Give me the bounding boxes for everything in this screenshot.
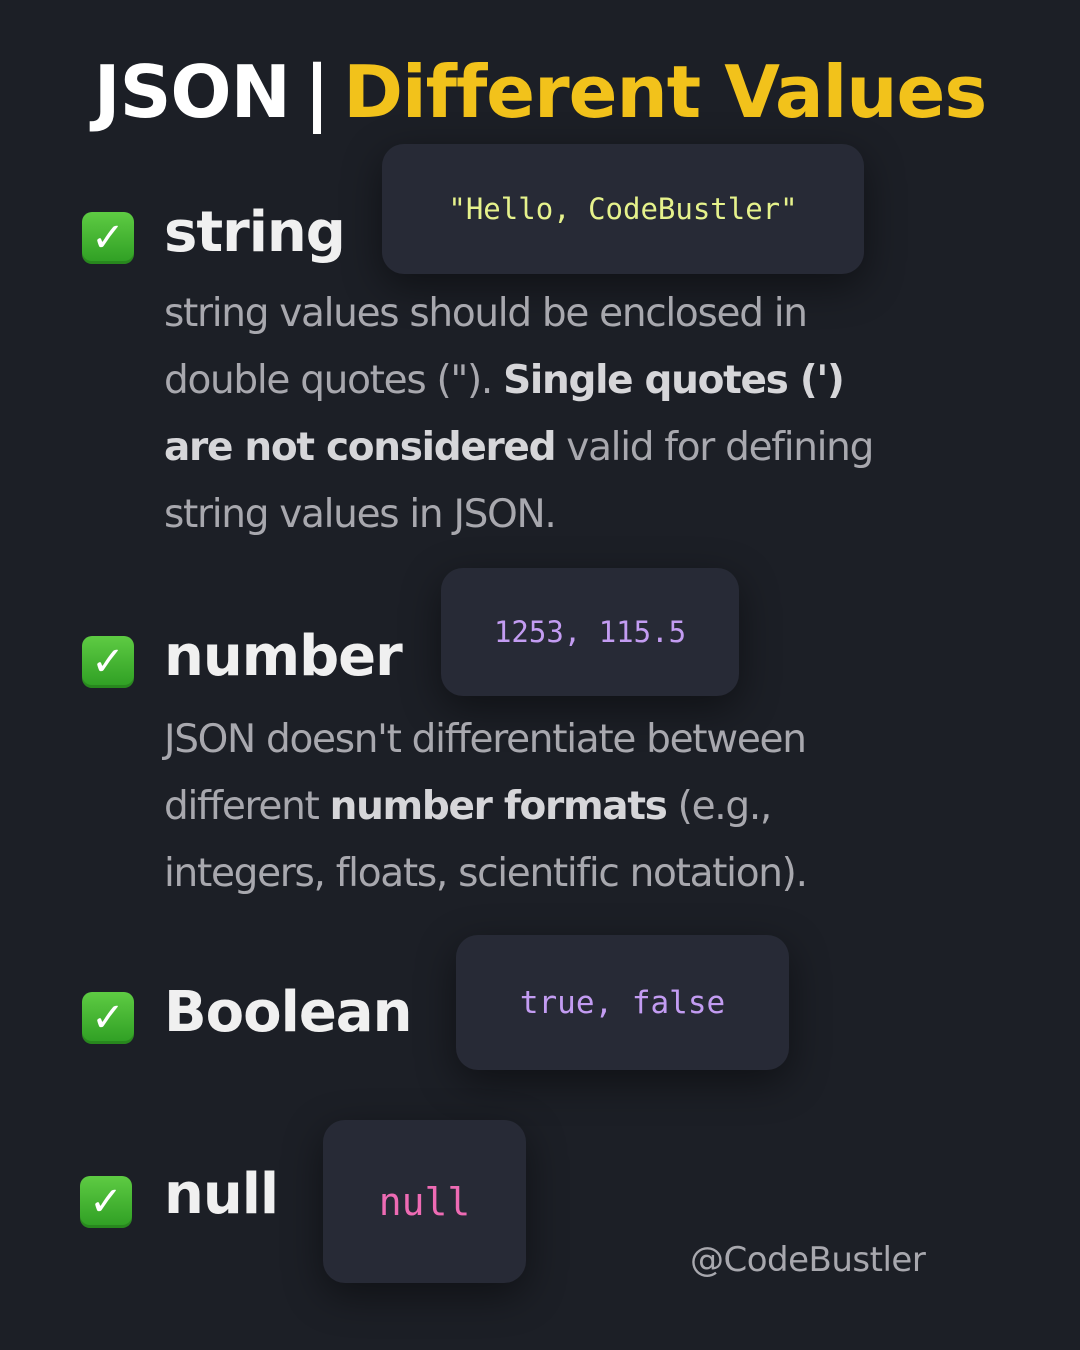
description-text: (e.g., [666,784,773,829]
description-text: JSON doesn't differentiate between [164,717,807,762]
description-line: are not considered valid for defining [164,414,874,481]
section-heading-boolean: Boolean [164,980,412,1045]
check-mark-icon: ✓ [82,992,134,1044]
description-text: double quotes ("). [164,358,504,403]
description-text: integers, floats, scientific notation). [164,851,808,896]
description-emphasis: number formats [329,784,668,829]
code-example-string: "Hello, CodeBustler" [382,144,864,274]
page-title: JSON | Different Values [0,50,1080,134]
section-description-number: JSON doesn't differentiate between differ… [164,706,808,907]
description-line: string values should be enclosed in [164,280,873,347]
section-description-string: string values should be enclosed in doubl… [164,280,874,548]
description-line: double quotes ("). Single quotes (') [164,347,873,414]
code-example-boolean-text: true, false [519,984,726,1021]
section-heading-string: string [164,200,346,265]
title-json: JSON [93,50,291,134]
description-line: different number formats (e.g., [164,773,807,840]
description-emphasis: Single quotes (') [503,358,845,403]
section-heading-number: number [164,624,403,689]
code-example-number: 1253, 115.5 [441,568,739,696]
code-example-number-text: 1253, 115.5 [493,615,687,649]
section-heading-null: null [164,1162,279,1227]
description-text: different [164,784,330,829]
description-text: string values in JSON. [164,492,557,537]
code-example-string-text: "Hello, CodeBustler" [448,192,798,226]
check-mark-icon: ✓ [82,636,134,688]
code-example-boolean: true, false [456,935,789,1070]
description-line: JSON doesn't differentiate between [164,706,807,773]
description-line: integers, floats, scientific notation). [164,840,808,907]
title-different-values: Different Values [343,50,987,134]
check-mark-icon: ✓ [82,212,134,264]
description-text: string values should be enclosed in [164,291,808,336]
code-example-null-text: null [378,1179,471,1224]
check-mark-icon: ✓ [80,1176,132,1228]
description-text: valid for defining [555,425,874,470]
description-line: string values in JSON. [164,481,873,548]
title-separator: | [303,50,330,134]
author-handle: @CodeBustler [690,1240,926,1280]
description-emphasis: are not considered [164,425,556,470]
code-example-null: null [323,1120,526,1283]
